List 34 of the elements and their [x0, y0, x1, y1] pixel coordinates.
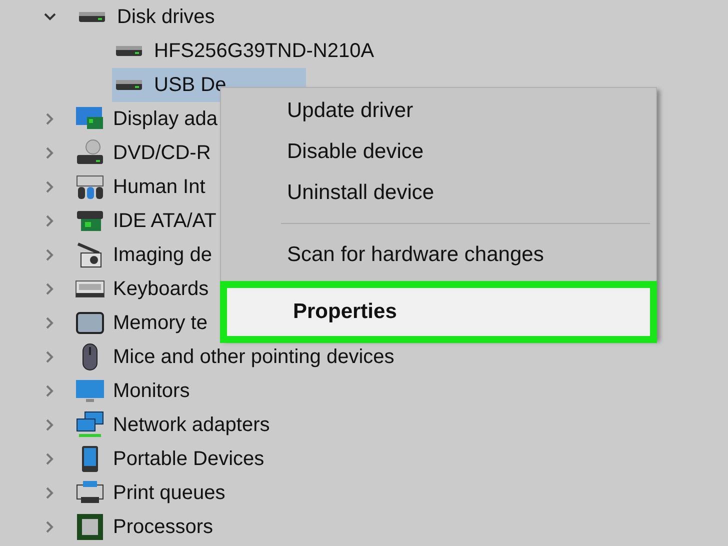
tree-item-label: Mice and other pointing devices — [113, 345, 394, 370]
drive-icon — [114, 80, 144, 90]
memory-card-icon — [75, 309, 105, 337]
tree-item-label: IDE ATA/AT — [113, 209, 216, 234]
drive-icon — [77, 12, 107, 22]
tree-item-label: Human Int — [113, 175, 206, 200]
tree-item-label: Print queues — [113, 481, 226, 506]
tree-item[interactable]: Mice and other pointing devices — [75, 340, 474, 374]
tree-item-label: Processors — [113, 515, 214, 540]
tree-item-label: Monitors — [113, 379, 190, 404]
tree-item-label: Display ada — [113, 107, 218, 132]
menu-item[interactable]: Properties — [220, 281, 657, 343]
tree-item[interactable]: Portable Devices — [75, 442, 344, 476]
tree-item-label: Network adapters — [113, 413, 270, 438]
tree-item[interactable]: HFS256G39TND-N210A — [112, 34, 454, 68]
tree-item-label: Keyboards — [113, 277, 209, 302]
input-device-icon — [75, 173, 105, 201]
tree-item[interactable]: Print queues — [75, 476, 306, 510]
drive-icon — [114, 46, 144, 56]
network-icon — [75, 411, 105, 439]
tree-item[interactable]: Network adapters — [75, 408, 350, 442]
tree-item[interactable]: Processors — [75, 510, 294, 544]
tree-item-label: HFS256G39TND-N210A — [154, 39, 374, 64]
disc-drive-icon — [75, 139, 105, 167]
tree-item[interactable]: Monitors — [75, 374, 270, 408]
tree-item-label: Memory te — [113, 311, 208, 336]
tree-item-label: Portable Devices — [113, 447, 264, 472]
tree-item-label: DVD/CD-R — [113, 141, 211, 166]
monitor-icon — [75, 377, 105, 405]
menu-item[interactable]: Disable device — [221, 131, 656, 172]
tree-item-label: Imaging de — [113, 243, 212, 268]
processor-icon — [75, 513, 105, 541]
tree-item[interactable]: Disk drives — [75, 0, 295, 34]
tree-item-label: Disk drives — [117, 5, 215, 30]
